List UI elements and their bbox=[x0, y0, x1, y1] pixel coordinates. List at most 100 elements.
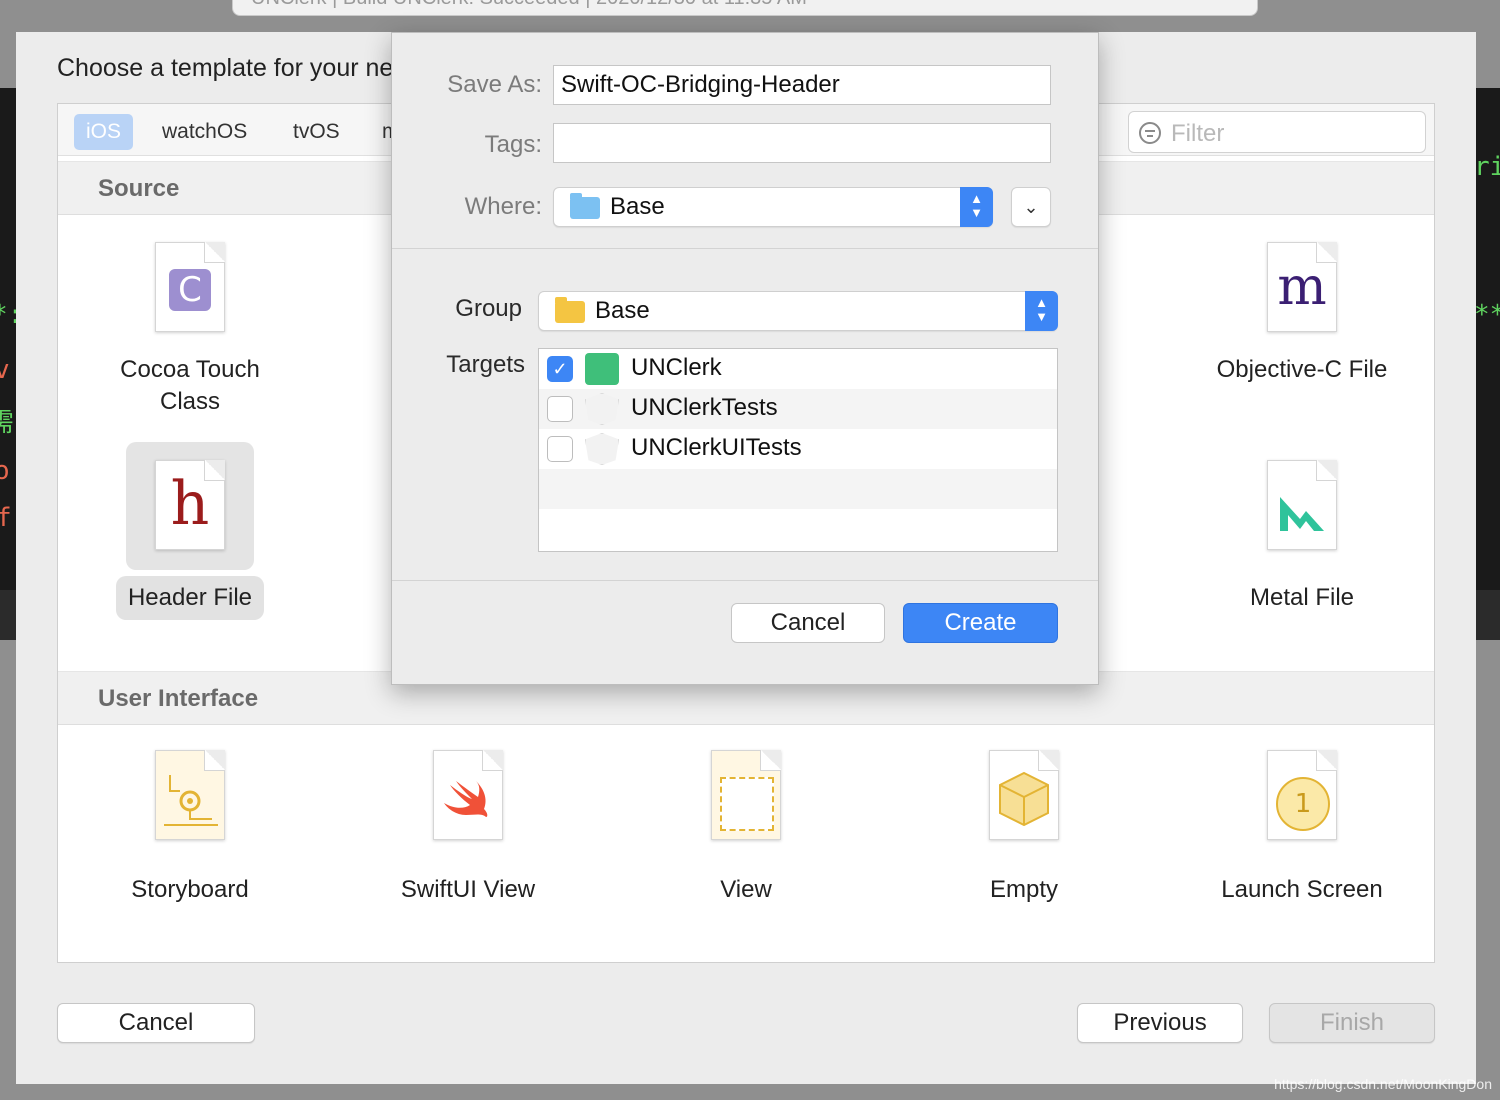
app-target-icon bbox=[585, 353, 619, 385]
objc-glyph: m bbox=[1277, 257, 1327, 317]
metal-file-icon bbox=[1267, 460, 1337, 550]
empty-glyph bbox=[999, 771, 1049, 827]
template-empty[interactable]: Empty bbox=[904, 732, 1144, 906]
sheet-cancel-button[interactable]: Cancel bbox=[57, 1003, 255, 1043]
template-header-file[interactable]: h Header File bbox=[70, 442, 310, 620]
target-checkbox[interactable]: ✓ bbox=[547, 356, 573, 382]
cocoa-glyph: C bbox=[169, 269, 211, 311]
targets-label: Targets bbox=[446, 351, 525, 378]
filter-field[interactable]: Filter bbox=[1128, 111, 1426, 153]
target-checkbox[interactable] bbox=[547, 436, 573, 462]
template-label: Metal File bbox=[1249, 584, 1355, 611]
target-name: UNClerkUITests bbox=[631, 434, 802, 461]
target-name: UNClerk bbox=[631, 354, 722, 381]
metal-glyph bbox=[1280, 497, 1324, 531]
create-button[interactable]: Create bbox=[903, 603, 1058, 643]
expand-button[interactable]: ⌄ bbox=[1011, 187, 1051, 227]
template-icon-wrap bbox=[126, 732, 254, 860]
template-icon-wrap bbox=[682, 732, 810, 860]
storyboard-icon bbox=[155, 750, 225, 840]
swift-glyph bbox=[444, 781, 488, 817]
template-view[interactable]: View bbox=[626, 732, 866, 906]
chevron-down-icon: ⌄ bbox=[1023, 197, 1039, 217]
finish-button[interactable]: Finish bbox=[1269, 1003, 1435, 1043]
targets-list: ✓ UNClerk UNClerkTests UNClerkUITests bbox=[538, 348, 1058, 552]
save-as-field[interactable]: Swift-OC-Bridging-Header bbox=[553, 65, 1051, 105]
template-objective-c-file[interactable]: m Objective-C File bbox=[1182, 224, 1422, 386]
template-icon-wrap: h bbox=[126, 442, 254, 570]
background-code-glyph: f bbox=[0, 503, 12, 533]
filter-icon bbox=[1139, 122, 1161, 144]
folder-icon bbox=[555, 297, 585, 323]
where-value: Base bbox=[610, 193, 665, 220]
template-label: Storyboard bbox=[131, 876, 249, 903]
folder-icon bbox=[570, 193, 600, 219]
save-as-label: Save As: bbox=[447, 71, 542, 98]
template-label: Launch Screen bbox=[1221, 876, 1383, 903]
group-label: Group bbox=[455, 295, 522, 322]
section-title: Source bbox=[98, 175, 180, 202]
watermark: https://blog.csdn.net/MoonKingDon bbox=[1274, 1076, 1492, 1092]
tab-tvos[interactable]: tvOS bbox=[281, 114, 352, 150]
target-row[interactable]: UNClerkTests bbox=[539, 389, 1057, 429]
background-code-glyph: v bbox=[0, 355, 10, 385]
launch-screen-glyph: 1 bbox=[1276, 777, 1330, 831]
template-label: Class bbox=[159, 388, 220, 415]
tab-watchos[interactable]: watchOS bbox=[150, 114, 259, 150]
storyboard-glyph bbox=[164, 775, 218, 826]
template-metal-file[interactable]: Metal File bbox=[1182, 442, 1422, 614]
template-swiftui-view[interactable]: SwiftUI View bbox=[348, 732, 588, 906]
target-row[interactable]: ✓ UNClerk bbox=[539, 349, 1057, 389]
template-cocoa-touch-class[interactable]: C Cocoa Touch Class bbox=[70, 224, 310, 418]
cocoa-touch-class-icon: C bbox=[155, 242, 225, 332]
header-file-icon: h bbox=[155, 460, 225, 550]
template-label: Header File bbox=[115, 576, 265, 620]
background-code-glyph: ** bbox=[1474, 300, 1500, 330]
template-icon-wrap bbox=[1238, 442, 1366, 570]
save-dialog: Save As: Swift-OC-Bridging-Header Tags: … bbox=[391, 32, 1099, 685]
swift-icon bbox=[433, 750, 503, 840]
template-icon-wrap bbox=[960, 732, 1088, 860]
tab-ios[interactable]: iOS bbox=[74, 114, 134, 150]
previous-button[interactable]: Previous bbox=[1077, 1003, 1243, 1043]
empty-icon bbox=[989, 750, 1059, 840]
stepper-icon: ▲ ▼ bbox=[960, 187, 993, 227]
filter-placeholder: Filter bbox=[1171, 120, 1225, 147]
group-popup[interactable]: Base ▲ ▼ bbox=[538, 291, 1058, 331]
template-storyboard[interactable]: Storyboard bbox=[70, 732, 310, 906]
template-label: Empty bbox=[989, 876, 1058, 903]
background-window-titlebar: UNClerk | Build UNClerk: Succeeded | 202… bbox=[232, 0, 1258, 16]
dialog-cancel-button[interactable]: Cancel bbox=[731, 603, 885, 643]
test-target-icon bbox=[585, 393, 619, 425]
template-label: Cocoa Touch bbox=[120, 356, 260, 383]
where-popup[interactable]: Base ▲ ▼ bbox=[553, 187, 993, 227]
dialog-divider bbox=[392, 580, 1098, 581]
background-code-glyph: 需 bbox=[0, 408, 15, 438]
template-label: View bbox=[720, 876, 772, 903]
launch-screen-icon: 1 bbox=[1267, 750, 1337, 840]
target-checkbox[interactable] bbox=[547, 396, 573, 422]
template-icon-wrap: 1 bbox=[1238, 732, 1366, 860]
target-row-empty bbox=[539, 469, 1057, 509]
template-launch-screen[interactable]: 1 Launch Screen bbox=[1182, 732, 1422, 906]
background-code-glyph: ri bbox=[1474, 152, 1500, 182]
stepper-icon: ▲ ▼ bbox=[1025, 291, 1058, 331]
background-window-title: UNClerk | Build UNClerk: Succeeded | 202… bbox=[251, 0, 807, 10]
tags-label: Tags: bbox=[484, 131, 542, 158]
template-icon-wrap: C bbox=[126, 224, 254, 352]
template-label: Objective-C File bbox=[1216, 356, 1388, 383]
target-name: UNClerkTests bbox=[631, 394, 778, 421]
objective-c-file-icon: m bbox=[1267, 242, 1337, 332]
view-glyph bbox=[720, 777, 774, 831]
header-glyph: h bbox=[170, 469, 210, 539]
group-value: Base bbox=[595, 297, 650, 324]
test-target-icon bbox=[585, 433, 619, 465]
template-icon-wrap: m bbox=[1238, 224, 1366, 352]
view-icon bbox=[711, 750, 781, 840]
template-label: SwiftUI View bbox=[400, 876, 536, 903]
where-label: Where: bbox=[464, 193, 542, 220]
target-row[interactable]: UNClerkUITests bbox=[539, 429, 1057, 469]
dialog-divider bbox=[392, 248, 1098, 249]
template-icon-wrap bbox=[404, 732, 532, 860]
tags-field[interactable] bbox=[553, 123, 1051, 163]
